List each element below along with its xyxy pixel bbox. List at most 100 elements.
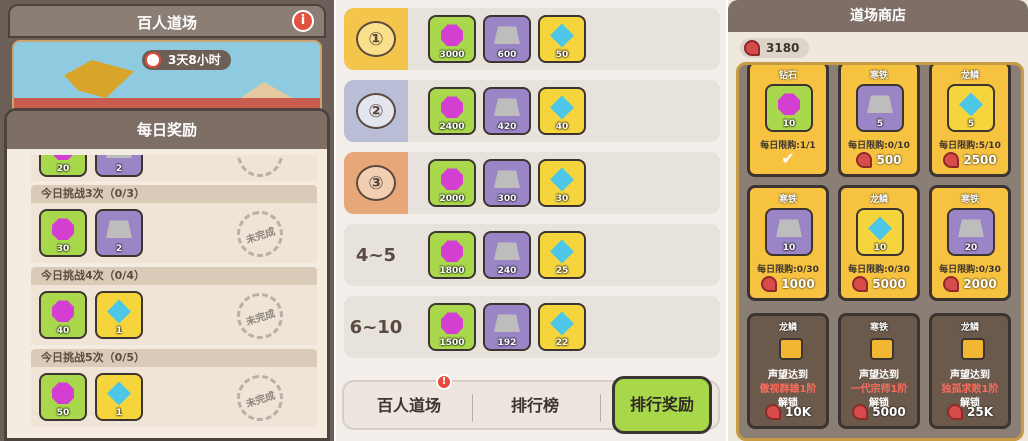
info-icon[interactable]: i [292,10,314,32]
requirement-label: 声望达到 [950,370,990,381]
item-qty: 1500 [439,338,465,348]
checkmark-icon: ✔ [781,149,795,168]
card-name: 钻石 [778,71,797,81]
task-label: 今日挑战4次（0/4） [31,267,317,285]
reward-scale-item[interactable]: 1 [95,373,143,421]
reward-scale-item[interactable]: 40 [538,87,586,135]
reward-gem-item[interactable]: 1800 [428,231,476,279]
item-qty: 40 [56,326,70,336]
gem-icon [441,168,463,191]
reward-items: 20 2 [39,155,143,177]
shop-scale-item: 10 [856,208,904,256]
card-name: 寒铁 [869,323,888,333]
rank-row-4: 4~5 1800 240 25 [344,224,720,286]
flying-creature-image [64,60,134,98]
daily-task-list[interactable]: 20 2 今日挑战3次（0/3） 30 2 未完成 今日挑战4次（0/4） 40… [31,155,317,441]
dojo-title: 百人道场 [136,14,197,32]
rank-badge: ② [344,80,408,142]
shop-grid[interactable]: 钻石 10 每日限购:1/1 ✔ 寒铁 5 每日限购:0/10 500 龙鳞 5… [736,62,1024,441]
iron-ingot-icon [494,170,520,189]
reward-gem-item[interactable]: 30 [39,209,87,257]
card-name: 寒铁 [869,71,888,81]
list-item: 20 2 [31,155,317,181]
gem-icon [52,218,74,241]
shop-ingot-item: 5 [856,84,904,132]
rank-row-1: ① 3000 600 50 [344,8,720,70]
reputation-icon [765,404,781,420]
shop-card[interactable]: 龙鳞 10 每日限购:0/30 5000 [838,185,920,301]
item-qty: 1 [115,326,123,336]
iron-ingot-icon [106,155,132,159]
daily-reward-dialog: 每日奖励 20 2 今日挑战3次（0/3） 30 2 未完成 今日挑战4次（0/… [4,108,330,441]
price-value: 25K [967,405,993,419]
reward-ingot-item[interactable]: 300 [483,159,531,207]
reputation-icon [761,276,778,292]
requirement-rank: 一代宗师1阶 [850,384,908,395]
item-qty: 20 [964,243,978,253]
iron-ingot-icon [106,220,132,239]
item-qty: 30 [555,194,569,204]
status-stamp: 未完成 [231,205,289,263]
gem-icon [52,155,74,161]
shop-card[interactable]: 寒铁 5 每日限购:0/10 500 [838,65,920,177]
task-label: 今日挑战3次（0/3） [31,185,317,203]
reward-gem-item[interactable]: 40 [39,291,87,339]
reward-ingot-item[interactable]: 192 [483,303,531,351]
tab-rank-rewards[interactable]: 排行奖励 [612,376,712,434]
price-tag: 500 [845,150,913,170]
reward-scale-item[interactable]: 22 [538,303,586,351]
shop-card[interactable]: 寒铁 20 每日限购:0/30 2000 [929,185,1011,301]
reward-scale-item[interactable]: 1 [95,291,143,339]
reward-items: 1800 240 25 [428,231,586,279]
price-tag: 25K [936,402,1004,422]
locked-shop-card[interactable]: 龙鳞 声望达到 傲视群雄1阶 解锁 10K [747,313,829,429]
card-name: 龙鳞 [960,323,979,333]
tab-leaderboard[interactable]: 排行榜 [480,390,590,422]
reputation-icon [744,40,760,56]
shop-ingot-item: 20 [947,208,995,256]
iron-ingot-icon [867,95,893,114]
item-qty: 10 [873,243,887,253]
item-qty: 22 [555,338,569,348]
dragon-scale-icon [959,92,983,117]
locked-shop-card[interactable]: 寒铁 声望达到 一代宗师1阶 解锁 5000 [838,313,920,429]
dragon-scale-icon [107,381,131,406]
reward-gem-item[interactable]: 1500 [428,303,476,351]
reward-ingot-item[interactable]: 240 [483,231,531,279]
reward-scale-item[interactable]: 50 [538,15,586,63]
price-tag: 2500 [936,150,1004,170]
reward-gem-item[interactable]: 2400 [428,87,476,135]
rank-rewards-panel: ① 3000 600 50 ② 2400 420 40 ③ 2000 300 3… [336,0,726,441]
reward-scale-item[interactable]: 25 [538,231,586,279]
tab-dojo[interactable]: 百人道场 [354,390,464,422]
reward-ingot-item[interactable]: 2 [95,155,143,177]
item-qty: 2 [115,244,123,254]
price-value: 5000 [872,277,906,291]
requirement-rank: 独孤求败1阶 [941,384,999,395]
iron-ingot-icon [494,242,520,261]
item-qty: 50 [555,50,569,60]
price-tag: 10K [754,402,822,422]
task-block: 今日挑战4次（0/4） 40 1 未完成 [31,267,317,345]
item-qty: 240 [497,266,517,276]
rank-badge: ① [344,8,408,70]
reward-scale-item[interactable]: 30 [538,159,586,207]
status-stamp: 未完成 [231,369,289,427]
shop-card[interactable]: 龙鳞 5 每日限购:5/10 2500 [929,65,1011,177]
reward-gem-item[interactable]: 3000 [428,15,476,63]
reward-ingot-item[interactable]: 2 [95,209,143,257]
rank-badge: ③ [344,152,408,214]
reward-ingot-item[interactable]: 420 [483,87,531,135]
requirement-label: 声望达到 [768,370,808,381]
reward-items: 2000 300 30 [428,159,586,207]
reward-ingot-item[interactable]: 600 [483,15,531,63]
item-qty: 5 [967,119,975,129]
reward-gem-item[interactable]: 20 [39,155,87,177]
item-qty: 2400 [439,122,465,132]
shop-card[interactable]: 钻石 10 每日限购:1/1 ✔ [747,65,829,177]
reward-gem-item[interactable]: 2000 [428,159,476,207]
locked-shop-card[interactable]: 龙鳞 声望达到 独孤求败1阶 解锁 25K [929,313,1011,429]
shop-card[interactable]: 寒铁 10 每日限购:0/30 1000 [747,185,829,301]
reward-gem-item[interactable]: 50 [39,373,87,421]
card-name: 寒铁 [778,195,797,205]
